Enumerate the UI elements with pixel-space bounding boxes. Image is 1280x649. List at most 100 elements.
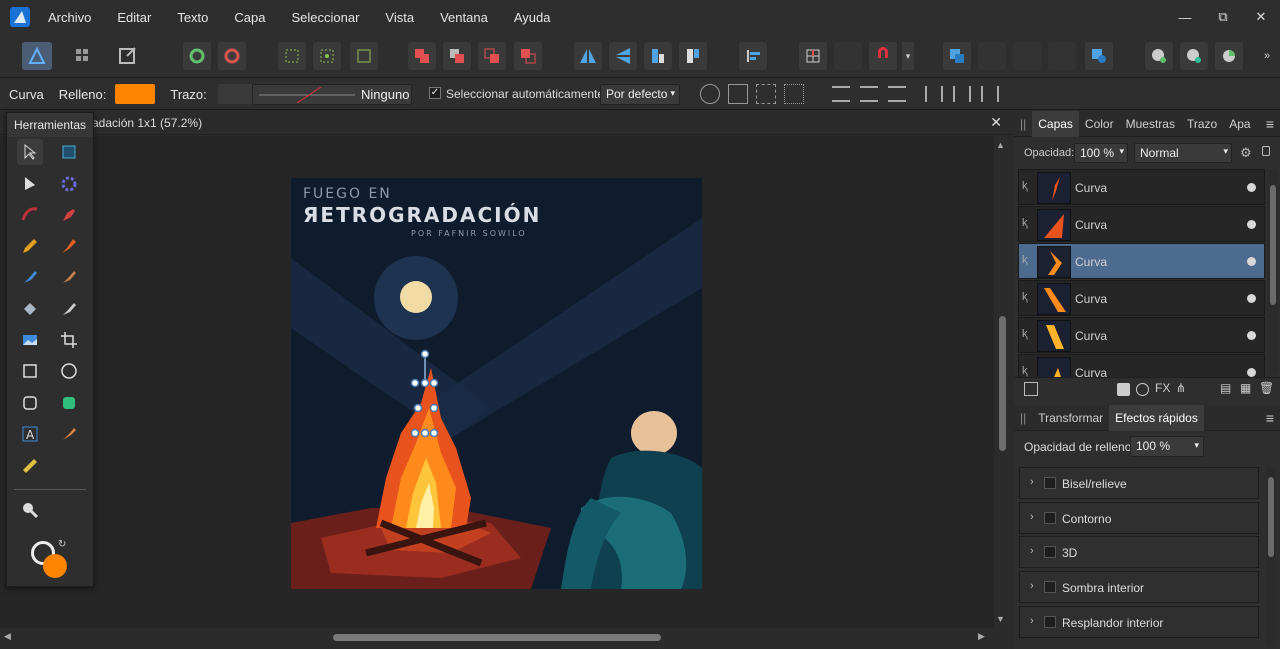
pixel-tool-icon[interactable] (56, 296, 82, 322)
move-tool-icon[interactable] (17, 139, 43, 165)
pen-curve-tool-icon[interactable] (17, 202, 43, 228)
flip-vertical-icon[interactable] (609, 42, 637, 70)
show-grid-icon[interactable] (784, 84, 804, 104)
chevron-right-icon[interactable]: › (1030, 476, 1034, 488)
tab-muestras[interactable]: Muestras (1120, 117, 1181, 131)
show-handles-icon[interactable] (756, 84, 776, 104)
grid-icon[interactable] (799, 42, 827, 70)
layer-row[interactable]: ⱪ Curva (1018, 169, 1265, 205)
chevron-right-icon[interactable]: › (1030, 615, 1034, 627)
fx-icon[interactable]: FX (1155, 381, 1170, 395)
close-document-icon[interactable]: ✕ (990, 114, 1002, 131)
layer-visibility-icon[interactable] (1247, 183, 1256, 192)
lock-icon[interactable] (1262, 146, 1270, 156)
pencil-tool-icon[interactable] (17, 233, 43, 259)
panel-grip-icon[interactable]: || (1014, 411, 1032, 425)
chevron-right-icon[interactable]: › (1030, 580, 1034, 592)
layer-row[interactable]: ⱪ Curva (1018, 280, 1265, 316)
fill-color-swatch[interactable] (115, 84, 156, 104)
minimize-button[interactable]: — (1166, 10, 1204, 25)
restore-button[interactable]: ⧉ (1204, 9, 1242, 25)
arrange-front-icon[interactable] (943, 42, 971, 70)
color-well[interactable]: ↻ (31, 539, 73, 581)
shape-tool-icon[interactable] (56, 390, 82, 416)
transparency-tool-icon[interactable] (17, 296, 43, 322)
color-picker-tool-icon[interactable] (56, 421, 82, 447)
layer-row[interactable]: ⱪ Curva (1018, 317, 1265, 353)
menu-seleccionar[interactable]: Seleccionar (291, 10, 359, 25)
add-layer-icon[interactable]: ▤ (1220, 381, 1231, 395)
align-top-icon[interactable] (925, 86, 943, 102)
arrange-forward-icon[interactable] (978, 42, 1006, 70)
layer-stack-icon[interactable] (1024, 382, 1038, 396)
effect-row-sombra-interior[interactable]: › Sombra interior (1019, 571, 1259, 603)
tab-transformar[interactable]: Transformar (1032, 411, 1109, 425)
transform-center-icon[interactable] (700, 84, 720, 104)
scroll-left-icon[interactable]: ◀ (4, 631, 11, 642)
transform-origin-icon[interactable] (313, 42, 341, 70)
rotate-right-icon[interactable] (679, 42, 707, 70)
boolean-subtract-icon[interactable] (443, 42, 471, 70)
chevron-right-icon[interactable]: › (1030, 511, 1034, 523)
adjustment-icon[interactable] (1136, 383, 1149, 396)
boolean-add-icon[interactable] (408, 42, 436, 70)
snapping-gear-icon[interactable] (218, 42, 246, 70)
layer-collapse-icon[interactable]: ⱪ (1022, 217, 1028, 229)
horizontal-scrollbar[interactable]: ◀ ▶ (0, 630, 994, 644)
blend-mode-dropdown[interactable]: Normal ▾ (1134, 143, 1232, 163)
zoom-tool-icon[interactable] (17, 497, 43, 523)
paint-brush-tool-icon[interactable] (56, 264, 82, 290)
align-left-icon[interactable] (832, 86, 850, 102)
opacity-dropdown[interactable]: 100 % ▾ (1074, 143, 1128, 163)
artwork-canvas[interactable]: FUEGO EN ЯETROGRADACIÓN POR FAFNIR SOWIL… (291, 178, 702, 589)
layer-visibility-icon[interactable] (1247, 257, 1256, 266)
stroke-style-dropdown[interactable]: Ninguno (252, 84, 412, 105)
layer-row-selected[interactable]: ⱪ Curva (1018, 243, 1265, 279)
layer-visibility-icon[interactable] (1247, 331, 1256, 340)
menu-capa[interactable]: Capa (234, 10, 265, 25)
effect-checkbox[interactable] (1044, 546, 1056, 558)
layer-visibility-icon[interactable] (1247, 220, 1256, 229)
menu-editar[interactable]: Editar (117, 10, 151, 25)
artistic-text-tool-icon[interactable]: A (17, 421, 43, 447)
place-image-tool-icon[interactable] (17, 327, 43, 353)
align-middle-icon[interactable] (953, 86, 971, 102)
affinity-designer-logo-icon[interactable] (10, 7, 30, 27)
view-mode-icon[interactable] (1215, 42, 1243, 70)
menu-ayuda[interactable]: Ayuda (514, 10, 551, 25)
rectangle-tool-icon[interactable] (17, 358, 43, 384)
horizontal-scroll-thumb[interactable] (333, 634, 661, 641)
arrange-back-icon[interactable] (1048, 42, 1076, 70)
pen-tool-icon[interactable] (56, 202, 82, 228)
assistant-icon[interactable] (1145, 42, 1173, 70)
fill-tool-icon[interactable] (17, 264, 43, 290)
tab-apariencia[interactable]: Apa (1223, 117, 1256, 131)
snap-toggle-icon[interactable] (834, 42, 862, 70)
effect-checkbox[interactable] (1044, 477, 1056, 489)
effect-checkbox[interactable] (1044, 581, 1056, 593)
corner-tool-icon[interactable] (56, 171, 82, 197)
effect-checkbox[interactable] (1044, 512, 1056, 524)
scroll-up-icon[interactable]: ▲ (996, 140, 1005, 150)
effect-row-resplandor-interior[interactable]: › Resplandor interior (1019, 606, 1259, 638)
layer-collapse-icon[interactable]: ⱪ (1022, 328, 1028, 340)
boolean-intersect-icon[interactable] (478, 42, 506, 70)
align-bottom-icon[interactable] (981, 86, 999, 102)
layer-row[interactable]: ⱪ Curva (1018, 206, 1265, 242)
vertical-scroll-thumb[interactable] (999, 316, 1006, 451)
tab-efectos-rapidos[interactable]: Efectos rápidos (1109, 404, 1204, 431)
mask-icon[interactable] (1117, 383, 1130, 396)
layer-collapse-icon[interactable]: ⱪ (1022, 365, 1028, 377)
scroll-down-icon[interactable]: ▼ (996, 614, 1005, 624)
swap-colors-icon[interactable]: ↻ (58, 539, 66, 550)
rounded-rectangle-tool-icon[interactable] (17, 390, 43, 416)
layers-scroll-thumb[interactable] (1270, 185, 1276, 305)
layer-visibility-icon[interactable] (1247, 294, 1256, 303)
arrange-backward-icon[interactable] (1013, 42, 1041, 70)
menu-archivo[interactable]: Archivo (48, 10, 91, 25)
delete-layer-icon[interactable]: 🗑 (1259, 381, 1274, 395)
brush-icon[interactable]: ⋔ (1176, 381, 1186, 395)
menu-vista[interactable]: Vista (385, 10, 414, 25)
layer-collapse-icon[interactable]: ⱪ (1022, 291, 1028, 303)
node-tool-icon[interactable] (17, 171, 43, 197)
